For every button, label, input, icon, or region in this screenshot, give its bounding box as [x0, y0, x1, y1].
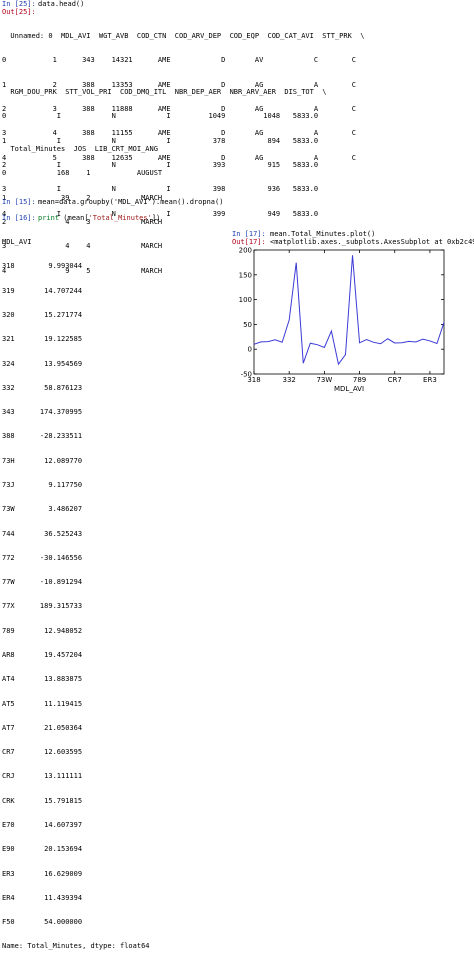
- cell-17-out-prompt: Out[17]:: [232, 238, 266, 246]
- df2-line: 0 I N I 1049 1048 5833.0: [2, 112, 319, 121]
- series-line: 772 -30.146556: [2, 553, 83, 562]
- series-line: E90 20.153694: [2, 845, 83, 854]
- series-line: 77W -10.891294: [2, 578, 83, 587]
- x-tick-label: 332: [282, 376, 295, 384]
- series-line: 789 12.948052: [2, 626, 83, 635]
- series-line: AR8 19.457204: [2, 650, 83, 659]
- cell-15-in-prompt: In [15]:: [2, 198, 36, 206]
- x-tick-label: 73W: [316, 376, 332, 384]
- series-line: ER3 16.629009: [2, 869, 83, 878]
- df1-line: Unnamed: 0 MDL_AVI WGT_AVB COD_CTN COD_A…: [2, 32, 365, 41]
- series-line: 73W 3.486207: [2, 505, 83, 514]
- code-fragment: (mean[: [59, 214, 89, 222]
- df3-line: Total_Minutes JOS LIB_CRT_MOI_ANG: [2, 145, 158, 154]
- cell-25-out-prompt: Out[25]:: [2, 8, 36, 16]
- series-line: 321 19.122585: [2, 335, 83, 344]
- code-fragment: ]): [151, 214, 161, 222]
- series-line: F50 54.000000: [2, 918, 83, 927]
- y-tick-label: 150: [239, 271, 252, 279]
- series-line: 343 174.370995: [2, 408, 83, 417]
- series-line: 388 -28.233511: [2, 432, 83, 441]
- series-line: 320 15.271774: [2, 311, 83, 320]
- df3-line: 0 168 1 AUGUST: [2, 169, 163, 178]
- series-line: CRK 15.791815: [2, 796, 83, 805]
- x-tick-label: 789: [353, 376, 366, 384]
- series-line: 324 13.954569: [2, 359, 83, 368]
- code-string: 'Total_Minutes': [88, 214, 152, 222]
- series-line: E70 14.607397: [2, 820, 83, 829]
- cell-17-output-text: <matplotlib.axes._subplots.AxesSubplot a…: [270, 238, 474, 246]
- series-line: 77X 189.315733: [2, 602, 83, 611]
- y-tick-label: 50: [243, 321, 252, 329]
- cell-17-code[interactable]: mean.Total_Minutes.plot(): [270, 230, 375, 238]
- series-line: Name: Total_Minutes, dtype: float64: [2, 942, 150, 951]
- series-line: AT7 21.050364: [2, 723, 83, 732]
- x-axis-label: MDL_AVI: [334, 385, 364, 393]
- df1-line: 0 1 343 14321 AME D AV C C: [2, 56, 357, 65]
- cell-16-in-prompt: In [16]:: [2, 214, 36, 222]
- x-tick-label: ER3: [423, 376, 437, 384]
- series-line: ER4 11.439394: [2, 893, 83, 902]
- y-tick-label: 0: [248, 346, 252, 354]
- series-line: CRJ 13.111111: [2, 772, 83, 781]
- y-tick-label: 100: [239, 296, 252, 304]
- cell-15-code[interactable]: mean=data.groupby('MDL_AVI').mean().drop…: [38, 198, 223, 206]
- cell-16-code[interactable]: print (mean['Total_Minutes']): [38, 214, 160, 222]
- cell-25-code[interactable]: data.head(): [38, 0, 84, 8]
- series-line: AT4 13.883875: [2, 675, 83, 684]
- line-plot: -50050100150200318 332 73W 789 CR7 ER3MDL_AVI: [239, 247, 445, 393]
- cell-17-in-prompt: In [17]:: [232, 230, 266, 238]
- series-line: 318 9.993044: [2, 262, 83, 271]
- series-line: 73J 9.117750: [2, 481, 83, 489]
- print-keyword: print: [38, 214, 60, 222]
- x-tick-label: 318: [247, 376, 260, 384]
- cell-25-in-prompt: In [25]:: [2, 0, 36, 8]
- cell-16-output: MDL_AVI 318 9.993044 319 14.707244 320 1…: [2, 222, 150, 959]
- series-line: 319 14.707244: [2, 286, 83, 295]
- series-line: MDL_AVI: [2, 238, 32, 247]
- series-line: AT5 11.119415: [2, 699, 83, 708]
- df2-line: RGM_DOU_PRK STT_VOL_PRI COD_DMQ_ITL NBR_…: [2, 88, 327, 97]
- series-line: 332 58.876123: [2, 383, 83, 392]
- series-line: 73H 12.089770: [2, 456, 83, 465]
- series-line: CR7 12.603595: [2, 748, 83, 757]
- x-tick-label: CR7: [388, 376, 402, 384]
- y-tick-label: 200: [239, 247, 252, 255]
- series-line: 744 36.525243: [2, 529, 83, 538]
